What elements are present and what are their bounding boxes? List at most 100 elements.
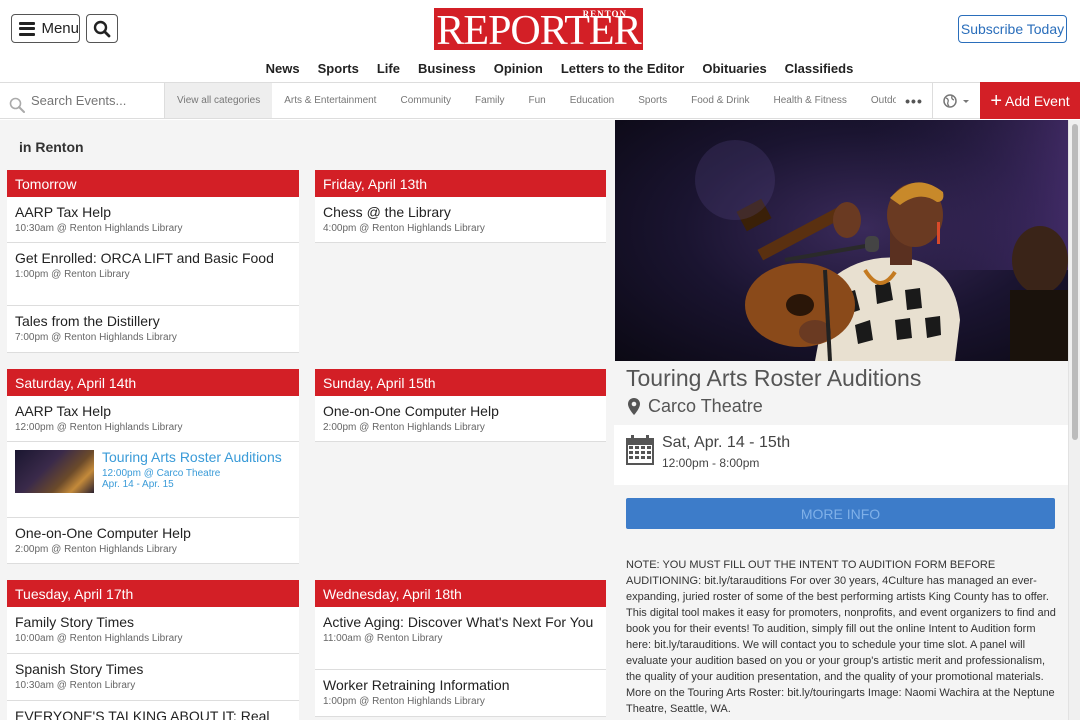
event-item[interactable]: AARP Tax Help 10:30am @ Renton Highlands… — [7, 197, 299, 243]
event-title: Active Aging: Discover What's Next For Y… — [323, 614, 594, 630]
main-nav: News Sports Life Business Opinion Letter… — [0, 61, 1080, 76]
event-detail-title: Touring Arts Roster Auditions — [626, 365, 922, 391]
category-community[interactable]: Community — [388, 83, 463, 118]
event-item[interactable]: One-on-One Computer Help 2:00pm @ Renton… — [7, 518, 299, 564]
event-time: 12:00pm - 8:00pm — [662, 456, 760, 470]
more-categories-button[interactable]: ••• — [896, 83, 932, 118]
nav-item-life[interactable]: Life — [368, 61, 409, 76]
day-group: Friday, April 13th Chess @ the Library 4… — [315, 170, 606, 243]
event-detail-pane: Touring Arts Roster Auditions Carco Thea… — [614, 120, 1068, 720]
day-group: Sunday, April 15th One-on-One Computer H… — [315, 369, 606, 442]
event-item[interactable]: One-on-One Computer Help 2:00pm @ Renton… — [315, 396, 606, 442]
menu-button-label: Menu — [41, 20, 79, 37]
event-date: Sat, Apr. 14 - 15th — [662, 434, 791, 451]
event-item[interactable]: Chess @ the Library 4:00pm @ Renton High… — [315, 197, 606, 243]
event-meta: 11:00am @ Renton Library — [323, 633, 443, 644]
event-date-box: Sat, Apr. 14 - 15th 12:00pm - 8:00pm — [614, 425, 1068, 485]
events-search-input[interactable] — [31, 93, 161, 108]
scrollbar[interactable] — [1068, 120, 1080, 720]
day-heading: Tomorrow — [7, 170, 299, 197]
event-thumbnail[interactable] — [15, 450, 94, 493]
category-education[interactable]: Education — [558, 83, 626, 118]
event-title: Spanish Story Times — [15, 661, 144, 677]
site-logo[interactable]: RENTON REPORTER — [434, 8, 643, 54]
nav-item-obituaries[interactable]: Obituaries — [693, 61, 775, 76]
category-family[interactable]: Family — [463, 83, 516, 118]
day-heading: Friday, April 13th — [315, 170, 606, 197]
event-item[interactable]: Tales from the Distillery 7:00pm @ Rento… — [7, 306, 299, 353]
event-item[interactable]: EVERYONE'S TALKING ABOUT IT: Real — [7, 701, 299, 720]
event-item[interactable]: AARP Tax Help 12:00pm @ Renton Highlands… — [7, 396, 299, 442]
event-item[interactable]: Spanish Story Times 10:30am @ Renton Lib… — [7, 654, 299, 701]
event-meta: 12:00pm @ Carco Theatre — [102, 468, 221, 479]
more-info-button[interactable]: MORE INFO — [626, 498, 1055, 529]
nav-item-letters[interactable]: Letters to the Editor — [552, 61, 694, 76]
event-title: One-on-One Computer Help — [323, 403, 499, 419]
event-item[interactable]: Family Story Times 10:00am @ Renton High… — [7, 607, 299, 654]
event-description: NOTE: YOU MUST FILL OUT THE INTENT TO AU… — [626, 559, 1056, 715]
event-title: Family Story Times — [15, 614, 135, 630]
featured-event-item[interactable]: Touring Arts Roster Auditions 12:00pm @ … — [7, 442, 299, 518]
event-item[interactable]: Get Enrolled: ORCA LIFT and Basic Food 1… — [7, 243, 299, 306]
day-group: Tuesday, April 17th Family Story Times 1… — [7, 580, 299, 720]
category-health-fitness[interactable]: Health & Fitness — [761, 83, 858, 118]
event-detail-venue[interactable]: Carco Theatre — [628, 396, 763, 417]
event-meta: 10:30am @ Renton Highlands Library — [15, 223, 183, 234]
event-title[interactable]: Touring Arts Roster Auditions — [102, 449, 282, 466]
day-group: Saturday, April 14th AARP Tax Help 12:00… — [7, 369, 299, 564]
event-item[interactable]: Worker Retraining Information 1:00pm @ R… — [315, 670, 606, 717]
nav-item-news[interactable]: News — [257, 61, 309, 76]
event-meta: 2:00pm @ Renton Highlands Library — [323, 422, 485, 433]
nav-item-classifieds[interactable]: Classifieds — [776, 61, 863, 76]
nav-item-business[interactable]: Business — [409, 61, 485, 76]
event-meta: 4:00pm @ Renton Highlands Library — [323, 223, 485, 234]
location-heading: in Renton — [19, 139, 84, 155]
nav-item-opinion[interactable]: Opinion — [485, 61, 552, 76]
logo-wordmark: REPORTER — [436, 8, 641, 54]
subscribe-button[interactable]: Subscribe Today — [958, 15, 1067, 43]
category-arts[interactable]: Arts & Entertainment — [272, 83, 388, 118]
caret-down-icon — [962, 99, 969, 103]
day-heading: Sunday, April 15th — [315, 369, 606, 396]
category-all[interactable]: View all categories — [165, 83, 273, 118]
event-list-pane: in Renton Tomorrow AARP Tax Help 10:30am… — [0, 120, 614, 720]
day-heading: Tuesday, April 17th — [7, 580, 299, 607]
menu-button[interactable]: Menu — [11, 14, 80, 43]
events-category-bar: View all categories Arts & Entertainment… — [0, 82, 1080, 119]
event-meta: 1:00pm @ Renton Library — [15, 269, 130, 280]
scrollbar-thumb[interactable] — [1072, 124, 1078, 440]
event-item[interactable]: Active Aging: Discover What's Next For Y… — [315, 607, 606, 670]
category-fun[interactable]: Fun — [517, 83, 558, 118]
calendar-icon — [626, 435, 654, 465]
nav-item-sports[interactable]: Sports — [309, 61, 368, 76]
site-header: Menu RENTON REPORTER Subscribe Today New… — [0, 0, 1080, 82]
event-meta: 12:00pm @ Renton Highlands Library — [15, 422, 183, 433]
event-hero-image — [615, 120, 1068, 361]
event-date-range: Apr. 14 - Apr. 15 — [102, 479, 174, 490]
globe-icon — [942, 93, 957, 108]
category-food-drink[interactable]: Food & Drink — [679, 83, 761, 118]
category-list: View all categories Arts & Entertainment… — [165, 83, 896, 118]
event-title: AARP Tax Help — [15, 403, 111, 419]
event-title: Chess @ the Library — [323, 204, 451, 220]
add-event-button[interactable]: + Add Event — [980, 82, 1080, 119]
event-title: Worker Retraining Information — [323, 677, 510, 693]
event-title: EVERYONE'S TALKING ABOUT IT: Real — [15, 708, 270, 720]
day-group: Wednesday, April 18th Active Aging: Disc… — [315, 580, 606, 717]
event-title: AARP Tax Help — [15, 204, 111, 220]
day-heading: Wednesday, April 18th — [315, 580, 606, 607]
day-heading: Saturday, April 14th — [7, 369, 299, 396]
add-event-label: Add Event — [1005, 92, 1070, 109]
event-meta: 10:00am @ Renton Highlands Library — [15, 633, 183, 644]
search-icon — [93, 20, 111, 37]
event-meta: 10:30am @ Renton Library — [15, 680, 136, 691]
site-search-button[interactable] — [86, 14, 118, 43]
location-dropdown[interactable] — [932, 83, 980, 118]
event-title: Tales from the Distillery — [15, 313, 160, 329]
map-pin-icon — [628, 398, 640, 415]
category-sports[interactable]: Sports — [626, 83, 679, 118]
category-outdoors[interactable]: Outdoors — [859, 83, 896, 118]
day-group: Tomorrow AARP Tax Help 10:30am @ Renton … — [7, 170, 299, 353]
venue-name: Carco Theatre — [648, 396, 763, 416]
hamburger-icon — [19, 21, 36, 36]
